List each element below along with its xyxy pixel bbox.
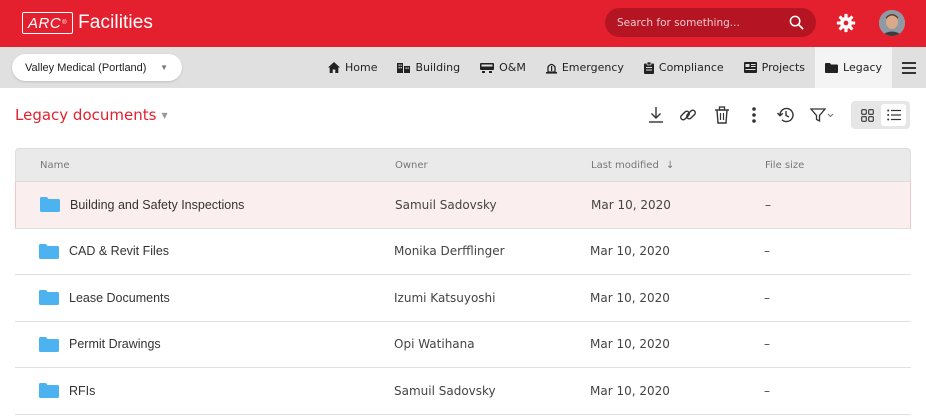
table-row[interactable]: Permit Drawings Opi Watihana Mar 10, 202… (15, 322, 911, 368)
clipboard-icon (643, 61, 654, 74)
settings-gear-icon[interactable] (835, 12, 857, 34)
nav-item-projects[interactable]: Projects (734, 47, 815, 88)
home-icon (328, 62, 340, 73)
nav-item-building[interactable]: Building (387, 47, 470, 88)
nav-bar: Valley Medical (Portland) ▼ Home Buildin… (0, 47, 926, 88)
page-title[interactable]: Legacy documents ▼ (15, 106, 168, 124)
file-name[interactable]: Permit Drawings (69, 337, 161, 351)
app-title: Facilities (78, 12, 153, 33)
nav-item-legacy[interactable]: Legacy (815, 47, 892, 88)
projects-icon (743, 62, 757, 73)
grid-view-icon[interactable] (855, 104, 880, 126)
table-header: Name Owner Last modified ↓ File size (15, 148, 911, 182)
nav-item-compliance[interactable]: Compliance (634, 47, 734, 88)
file-name[interactable]: CAD & Revit Files (69, 244, 169, 258)
file-name[interactable]: RFIs (69, 384, 95, 398)
file-modified: Mar 10, 2020 (590, 290, 670, 305)
file-owner: Monika Derfflinger (394, 244, 505, 259)
column-header-file-size[interactable]: File size (740, 160, 910, 171)
om-icon (480, 63, 495, 73)
folder-icon (39, 290, 59, 306)
file-owner: Izumi Katsuyoshi (394, 290, 496, 305)
file-modified: Mar 10, 2020 (590, 337, 670, 352)
folder-icon (40, 197, 60, 213)
file-modified: Mar 10, 2020 (591, 197, 671, 212)
user-avatar[interactable] (879, 10, 905, 36)
site-selector-value: Valley Medical (Portland) (25, 61, 147, 74)
file-size: – (764, 337, 770, 352)
list-view-icon[interactable] (881, 104, 906, 126)
view-toggle (851, 101, 910, 129)
sort-descending-icon: ↓ (665, 159, 675, 171)
table-row[interactable]: RFIs Samuil Sadovsky Mar 10, 2020 – (15, 368, 911, 415)
logo-mark: ARC ® (22, 12, 74, 34)
file-owner: Opi Watihana (394, 337, 475, 352)
file-modified: Mar 10, 2020 (590, 383, 670, 398)
folder-icon (825, 62, 839, 73)
column-header-last-modified[interactable]: Last modified ↓ (566, 160, 740, 171)
column-header-name[interactable]: Name (16, 160, 370, 171)
table-row[interactable]: Lease Documents Izumi Katsuyoshi Mar 10,… (15, 275, 911, 322)
site-selector[interactable]: Valley Medical (Portland) ▼ (12, 54, 182, 81)
file-owner: Samuil Sadovsky (395, 197, 497, 212)
filter-icon[interactable] (808, 104, 836, 126)
table-row[interactable]: CAD & Revit Files Monika Derfflinger Mar… (15, 229, 911, 275)
nav-item-emergency[interactable]: Emergency (536, 47, 634, 88)
chevron-down-icon: ▼ (160, 63, 168, 72)
trash-icon[interactable] (711, 104, 733, 126)
file-name[interactable]: Building and Safety Inspections (70, 198, 244, 212)
app-logo[interactable]: ARC ® Facilities (22, 10, 153, 36)
history-icon[interactable] (775, 104, 797, 126)
menu-hamburger-icon[interactable] (892, 47, 926, 88)
nav-item-home[interactable]: Home (318, 47, 387, 88)
main-nav: Home Building O&M Emergency Compliance P… (318, 47, 926, 88)
search-input[interactable] (617, 8, 787, 37)
nav-item-om[interactable]: O&M (470, 47, 536, 88)
file-owner: Samuil Sadovsky (394, 383, 496, 398)
folder-icon (39, 383, 59, 399)
documents-table: Name Owner Last modified ↓ File size Bui… (15, 148, 911, 415)
building-icon (397, 63, 411, 73)
link-icon[interactable] (677, 104, 699, 126)
file-size: – (764, 290, 770, 305)
column-header-owner[interactable]: Owner (370, 160, 566, 171)
file-size: – (764, 244, 770, 259)
file-name[interactable]: Lease Documents (69, 291, 170, 305)
file-size: – (764, 383, 770, 398)
file-modified: Mar 10, 2020 (590, 244, 670, 259)
chevron-down-icon: ▼ (161, 110, 168, 120)
download-icon[interactable] (645, 104, 667, 126)
folder-icon (39, 243, 59, 259)
file-size: – (765, 197, 771, 212)
search-box (605, 8, 816, 37)
folder-icon (39, 336, 59, 352)
emergency-icon (545, 63, 557, 74)
top-bar: ARC ® Facilities (0, 0, 926, 47)
table-row[interactable]: Building and Safety Inspections Samuil S… (15, 182, 911, 229)
more-vertical-icon[interactable] (743, 104, 765, 126)
search-icon[interactable] (789, 15, 804, 30)
